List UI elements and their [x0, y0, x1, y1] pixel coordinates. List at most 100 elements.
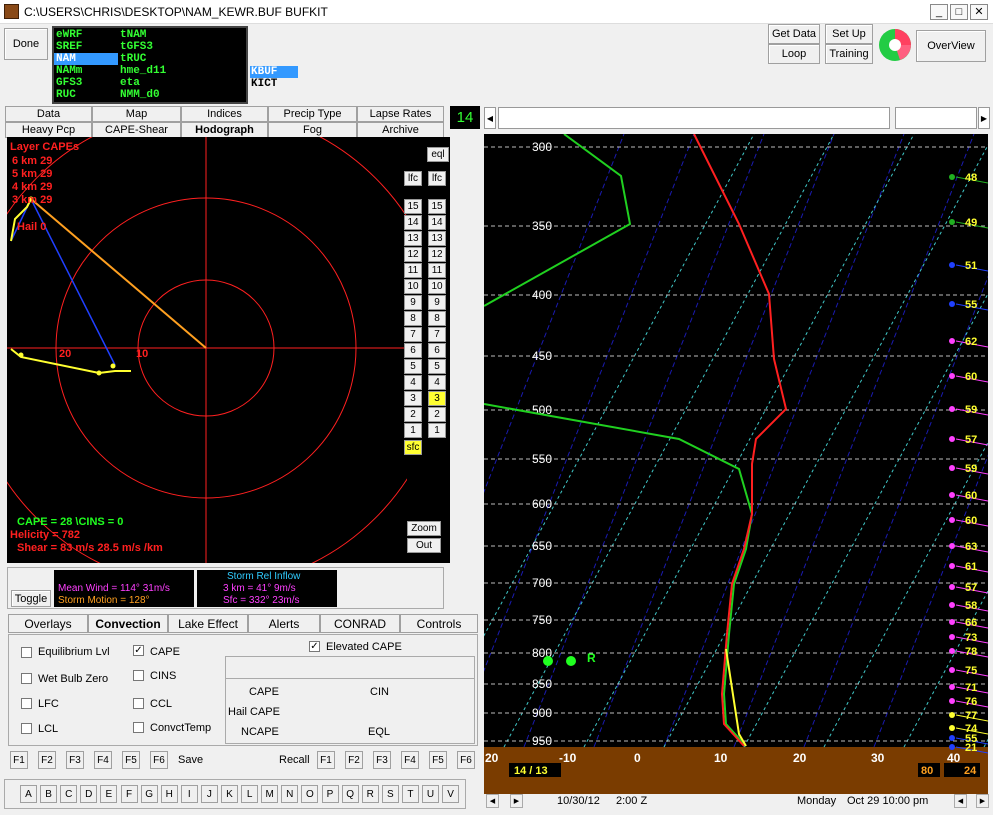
model-list[interactable]: eWRF SREF NAM NAMm GFS3 RUC tNAM tGFS3 t…	[52, 26, 248, 104]
wet-bulb-zero-checkbox[interactable]	[21, 673, 32, 684]
convcttemp-checkbox[interactable]	[133, 722, 144, 733]
model-item[interactable]: tGFS3	[120, 41, 153, 53]
layer-right-5[interactable]: 5	[428, 359, 446, 374]
letter-button-m[interactable]: M	[261, 785, 279, 803]
minimize-icon[interactable]: _	[930, 4, 948, 20]
letter-button-f[interactable]: F	[120, 785, 138, 803]
lower-tab-controls[interactable]: Controls	[400, 614, 478, 633]
letter-button-k[interactable]: K	[221, 785, 238, 803]
layer-right-3[interactable]: 3	[428, 391, 446, 406]
layer-right-12[interactable]: 12	[428, 247, 446, 262]
layer-left-10[interactable]: 10	[404, 279, 422, 294]
layer-right-1[interactable]: 1	[428, 423, 446, 438]
fkey-save-f4[interactable]: F4	[94, 751, 112, 769]
tab-archive[interactable]: Archive	[357, 122, 444, 138]
letter-button-a[interactable]: A	[20, 785, 37, 803]
lfc-left-button[interactable]: lfc	[404, 171, 422, 186]
letter-button-c[interactable]: C	[60, 785, 78, 803]
fkey-save-f1[interactable]: F1	[10, 751, 28, 769]
layer-right-13[interactable]: 13	[428, 231, 446, 246]
maximize-icon[interactable]: □	[950, 4, 968, 20]
layer-left-8[interactable]: 8	[404, 311, 422, 326]
layer-left-15[interactable]: 15	[404, 199, 422, 214]
layer-left-7[interactable]: 7	[404, 327, 422, 342]
layer-right-10[interactable]: 10	[428, 279, 446, 294]
layer-right-2[interactable]: 2	[428, 407, 446, 422]
tab-fog[interactable]: Fog	[268, 122, 357, 138]
fkey-recall-f1[interactable]: F1	[317, 751, 335, 769]
fkey-save-f6[interactable]: F6	[150, 751, 168, 769]
lower-tab-lake-effect[interactable]: Lake Effect	[168, 614, 248, 633]
lfc-checkbox[interactable]	[21, 698, 32, 709]
cape-checkbox[interactable]: ✓	[133, 645, 144, 656]
model-item[interactable]: eta	[120, 77, 140, 89]
model-item-selected[interactable]: NAM	[54, 53, 118, 65]
fkey-recall-f5[interactable]: F5	[429, 751, 447, 769]
overview-button[interactable]: OverView	[916, 30, 986, 62]
layer-right-14[interactable]: 14	[428, 215, 446, 230]
layer-right-15[interactable]: 15	[428, 199, 446, 214]
tab-hodograph[interactable]: Hodograph	[181, 122, 268, 138]
letter-button-o[interactable]: O	[301, 785, 319, 803]
lower-tab-conrad[interactable]: CONRAD	[320, 614, 400, 633]
skew-t-panel[interactable]: 300 350 400 450 500 550 600 650 700 750 800 850 900 9…	[484, 134, 988, 794]
lower-tab-alerts[interactable]: Alerts	[248, 614, 320, 633]
get-data-button[interactable]: Get Data	[768, 24, 820, 44]
letter-button-d[interactable]: D	[80, 785, 98, 803]
layer-left-12[interactable]: 12	[404, 247, 422, 262]
layer-right-4[interactable]: 4	[428, 375, 446, 390]
letter-button-p[interactable]: P	[321, 785, 339, 803]
layer-right-8[interactable]: 8	[428, 311, 446, 326]
status-next-icon[interactable]: ▶	[976, 794, 989, 808]
zoom-button[interactable]: Zoom	[407, 521, 441, 536]
layer-right-9[interactable]: 9	[428, 295, 446, 310]
model-item[interactable]: RUC	[56, 89, 76, 101]
tab-indices[interactable]: Indices	[181, 106, 268, 122]
ccl-checkbox[interactable]	[133, 698, 144, 709]
fkey-recall-f4[interactable]: F4	[401, 751, 419, 769]
model-item[interactable]: tRUC	[120, 53, 146, 65]
fkey-save-f5[interactable]: F5	[122, 751, 140, 769]
letter-button-t[interactable]: T	[401, 785, 419, 803]
elevated-cape-checkbox[interactable]: ✓	[309, 641, 320, 652]
station-item-selected[interactable]: KBUF	[250, 66, 298, 78]
layer-right-11[interactable]: 11	[428, 263, 446, 278]
tab-cape-shear[interactable]: CAPE-Shear	[92, 122, 181, 138]
close-icon[interactable]: ✕	[970, 4, 988, 20]
done-button[interactable]: Done	[4, 28, 48, 60]
fkey-save-f2[interactable]: F2	[38, 751, 56, 769]
letter-button-u[interactable]: U	[422, 785, 439, 803]
layer-left-2[interactable]: 2	[404, 407, 422, 422]
prev-frame-icon[interactable]: ◀	[486, 794, 499, 808]
letter-button-s[interactable]: S	[381, 785, 399, 803]
sounding-title-field[interactable]	[498, 107, 890, 129]
model-item[interactable]: GFS3	[56, 77, 82, 89]
layer-left-3[interactable]: 3	[404, 391, 422, 406]
layer-left-5[interactable]: 5	[404, 359, 422, 374]
next-frame-icon[interactable]: ▶	[510, 794, 523, 808]
cins-checkbox[interactable]	[133, 670, 144, 681]
station-item[interactable]: KICT	[250, 78, 277, 90]
letter-button-j[interactable]: J	[200, 785, 218, 803]
toggle-button[interactable]: Toggle	[11, 590, 51, 607]
letter-button-h[interactable]: H	[160, 785, 178, 803]
letter-button-v[interactable]: V	[442, 785, 460, 803]
model-item[interactable]: hme_d11	[120, 65, 166, 77]
tab-lapse-rates[interactable]: Lapse Rates	[357, 106, 444, 122]
layer-left-11[interactable]: 11	[404, 263, 422, 278]
sfc-button[interactable]: sfc	[404, 440, 422, 455]
letter-button-e[interactable]: E	[100, 785, 118, 803]
eql-button[interactable]: eql	[427, 147, 449, 162]
fkey-recall-f6[interactable]: F6	[457, 751, 475, 769]
lower-tab-overlays[interactable]: Overlays	[8, 614, 88, 633]
fkey-recall-f2[interactable]: F2	[345, 751, 363, 769]
layer-right-7[interactable]: 7	[428, 327, 446, 342]
letter-button-r[interactable]: R	[361, 785, 379, 803]
training-button[interactable]: Training	[825, 44, 873, 64]
status-prev-icon[interactable]: ◀	[954, 794, 967, 808]
set-up-button[interactable]: Set Up	[825, 24, 873, 44]
lcl-checkbox[interactable]	[21, 723, 32, 734]
layer-left-1[interactable]: 1	[404, 423, 422, 438]
model-item[interactable]: eWRF	[56, 29, 82, 41]
hodograph-panel[interactable]: Layer CAPEs 6 km 29 5 km 29 4 km 29 3 km…	[7, 137, 450, 563]
